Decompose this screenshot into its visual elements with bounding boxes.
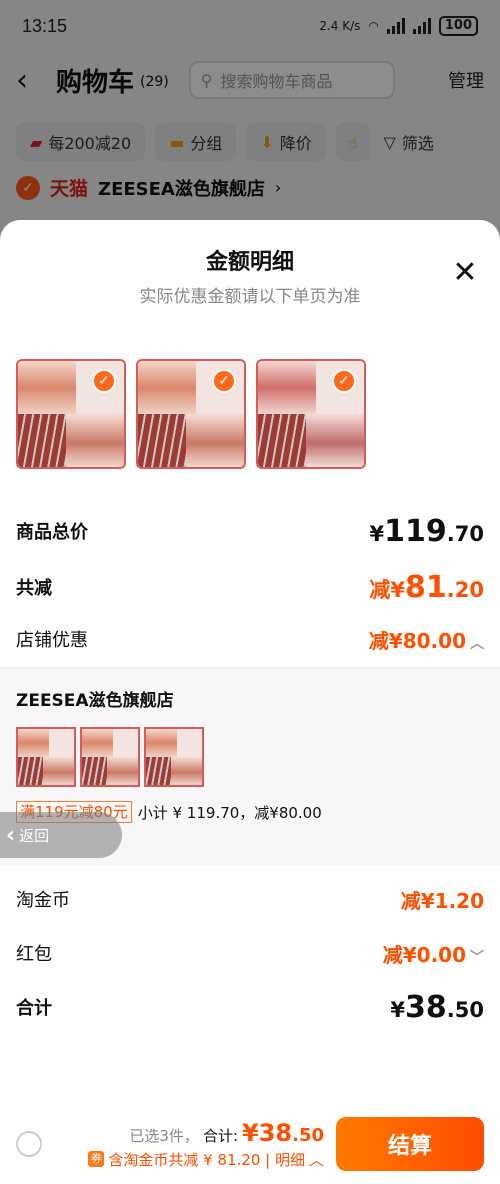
- total-label: 合计:: [202, 1126, 238, 1145]
- discount-note: 含淘金币共减 ¥ 81.20 | 明细: [108, 1150, 305, 1169]
- price-int: ¥38: [242, 1118, 293, 1147]
- mini-product-thumb: [16, 727, 76, 787]
- product-thumb[interactable]: ✓: [16, 359, 126, 469]
- check-icon: ✓: [92, 369, 116, 393]
- check-icon: ✓: [332, 369, 356, 393]
- return-button[interactable]: ‹ 返回: [0, 812, 122, 858]
- goods-total-value: ¥119.70: [370, 514, 484, 549]
- chevron-left-icon: ‹: [6, 822, 16, 848]
- shop-discount-detail: ZEESEA滋色旗舰店 满119元减80元 小计 ¥ 119.70，减¥80.0…: [0, 667, 500, 865]
- selected-count: 已选3件，: [129, 1126, 199, 1145]
- row-taojinbi: 淘金币 减¥1.20: [0, 879, 500, 919]
- product-thumb[interactable]: ✓: [136, 359, 246, 469]
- check-icon: ✓: [212, 369, 236, 393]
- currency: ¥: [369, 521, 385, 546]
- coins-value: 减¥1.20: [400, 888, 484, 913]
- grand-total-label: 合计: [16, 998, 52, 1019]
- amount-dec: .70: [446, 521, 484, 546]
- amount-detail-sheet: 金额明细 实际优惠金额请以下单页为准 ✕ ✓ ✓ ✓ 商品总价 ¥119.70 …: [0, 220, 500, 1184]
- grand-total-value: ¥38.50: [390, 990, 484, 1025]
- row-shop-discount[interactable]: 店铺优惠 减¥80.00 ︿: [0, 619, 500, 659]
- chevron-up-icon: ︿: [308, 1150, 324, 1169]
- detail-store-name: ZEESEA滋色旗舰店: [16, 691, 174, 711]
- row-grand-total: 合计 ¥38.50: [0, 987, 500, 1027]
- row-total-reduction: 共减 减¥ 81.20: [0, 567, 500, 607]
- red-packet-value: 减¥0.00 ﹀: [383, 939, 484, 968]
- return-label: 返回: [19, 826, 50, 845]
- detail-product-thumbs: [16, 727, 484, 787]
- red-packet-label: 红包: [16, 944, 52, 965]
- shop-discount-label: 店铺优惠: [16, 630, 88, 651]
- shop-discount-amount: 减¥80.00: [368, 628, 466, 653]
- reduction-value: 减¥ 81.20: [369, 570, 484, 605]
- sheet-title: 金额明细: [205, 250, 294, 275]
- close-icon[interactable]: ✕: [450, 258, 480, 288]
- mini-product-thumb: [144, 727, 204, 787]
- amount-int: 38: [405, 989, 447, 1025]
- currency: ¥: [390, 997, 406, 1022]
- chevron-up-icon: ︿: [470, 635, 484, 652]
- amount-dec: .20: [446, 577, 484, 602]
- checkout-button[interactable]: 结算: [336, 1117, 484, 1171]
- total-price: ¥38.50: [242, 1119, 324, 1147]
- red-packet-amount: 减¥0.00: [382, 942, 466, 967]
- chevron-down-icon: ﹀: [470, 949, 484, 966]
- sheet-subtitle: 实际优惠金额请以下单页为准: [139, 287, 361, 307]
- shop-discount-value: 减¥80.00 ︿: [369, 625, 484, 654]
- summary-line: 已选3件， 合计: ¥38.50: [88, 1119, 324, 1147]
- coupon-icon: 券: [88, 1151, 105, 1167]
- discount-detail-link[interactable]: 券 含淘金币共减 ¥ 81.20 | 明细 ︿: [88, 1149, 324, 1170]
- amount-dec: .50: [446, 997, 484, 1022]
- checkout-bar: 已选3件， 合计: ¥38.50 券 含淘金币共减 ¥ 81.20 | 明细 ︿…: [0, 1104, 500, 1184]
- reduction-prefix: 减¥: [369, 577, 406, 602]
- goods-total-label: 商品总价: [16, 522, 88, 543]
- selected-products: ✓ ✓ ✓: [0, 359, 500, 469]
- amount-int: 81: [405, 569, 447, 605]
- checkout-summary: 已选3件， 合计: ¥38.50 券 含淘金币共减 ¥ 81.20 | 明细 ︿: [88, 1119, 324, 1170]
- promo-subtotal: 小计 ¥ 119.70，减¥80.00: [137, 803, 322, 822]
- row-red-packet[interactable]: 红包 减¥0.00 ﹀: [0, 933, 500, 973]
- mini-product-thumb: [80, 727, 140, 787]
- row-goods-total: 商品总价 ¥119.70: [0, 511, 500, 551]
- coins-label: 淘金币: [16, 890, 70, 911]
- select-all-checkbox[interactable]: [16, 1131, 42, 1157]
- amount-int: 119: [384, 513, 447, 549]
- reduction-label: 共减: [16, 578, 52, 599]
- product-thumb[interactable]: ✓: [256, 359, 366, 469]
- price-dec: .50: [292, 1124, 324, 1146]
